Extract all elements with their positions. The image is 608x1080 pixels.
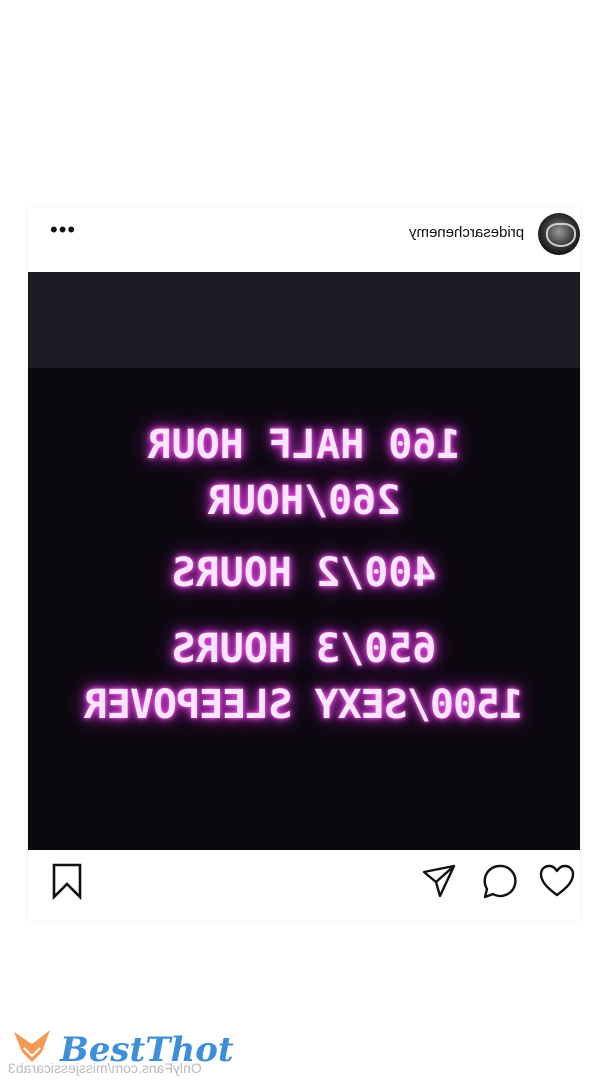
more-options-icon[interactable]: ••• [50, 219, 76, 241]
media-line: 400/2 HOURS [171, 550, 437, 596]
heart-icon[interactable] [538, 862, 576, 900]
comment-icon[interactable] [480, 862, 518, 900]
bookmark-icon[interactable] [50, 862, 84, 900]
post-actions [28, 858, 580, 908]
share-icon[interactable] [420, 862, 458, 900]
media-line: 160 HALF HOUR [147, 422, 461, 468]
instagram-post: pridesarchenemy ••• 160 HALF HOUR 260/HO… [28, 208, 580, 920]
media-line: 260/HOUR [207, 478, 401, 524]
watermark-subtext: OnlyFans.com/missjessicarab3 [8, 1060, 202, 1076]
media-line: 650/3 HOURS [171, 626, 437, 672]
post-media: 160 HALF HOUR 260/HOUR 400/2 HOURS 650/3… [28, 272, 580, 850]
username[interactable]: pridesarchenemy [409, 224, 524, 241]
media-top-band [28, 272, 580, 368]
neon-text-block: 160 HALF HOUR 260/HOUR 400/2 HOURS 650/3… [28, 422, 580, 728]
post-header: pridesarchenemy ••• [28, 208, 580, 264]
avatar[interactable] [538, 213, 580, 255]
media-line: 1500/SEXY SLEEPOVER [84, 682, 524, 728]
watermark: BestThot OnlyFans.com/missjessicarab3 [8, 1022, 308, 1078]
